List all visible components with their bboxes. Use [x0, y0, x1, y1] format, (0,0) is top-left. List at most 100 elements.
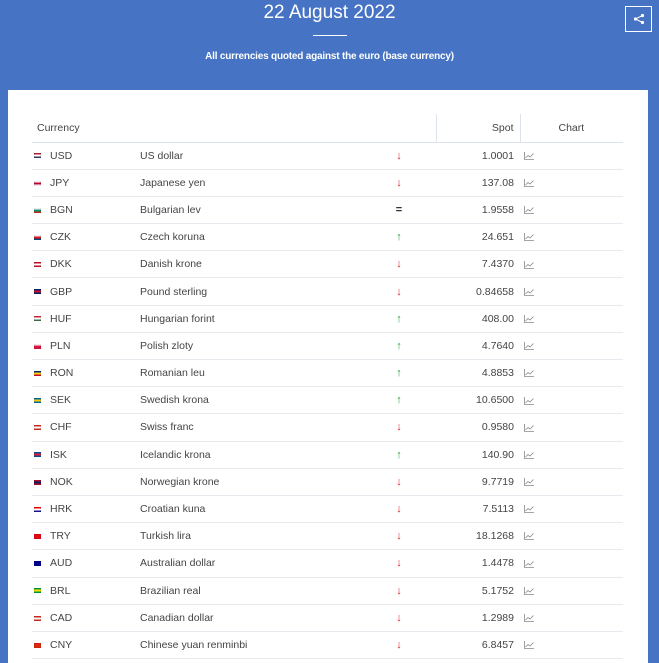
chart-icon[interactable] — [524, 586, 534, 595]
spot-rate: 1.4478 — [436, 549, 520, 578]
chart-cell — [520, 495, 623, 524]
currency-code: BRL — [46, 577, 140, 605]
flag-cell — [32, 441, 46, 469]
chart-cell — [520, 413, 623, 442]
flag-icon — [34, 506, 41, 512]
flag-cell — [32, 604, 46, 632]
table-row: AUD Australian dollar ↓ 1.4478 — [32, 549, 623, 578]
table-header-row: Currency Spot Chart — [32, 114, 623, 143]
table-row: BRL Brazilian real ↓ 5.1752 — [32, 577, 623, 605]
currency-code: RON — [46, 359, 140, 388]
spot-rate: 9.7719 — [436, 468, 520, 496]
flag-icon — [34, 642, 41, 648]
flag-cell — [32, 223, 46, 252]
chart-icon[interactable] — [524, 206, 534, 215]
currency-name: Norwegian krone — [140, 468, 362, 496]
currency-name: Bulgarian lev — [140, 196, 362, 225]
table-row: GBP Pound sterling ↓ 0.84658 — [32, 277, 623, 306]
table-row: CZK Czech koruna ↑ 24.651 — [32, 223, 623, 252]
flag-cell — [32, 468, 46, 496]
chart-icon[interactable] — [524, 151, 534, 160]
trend-cell: ↓ — [362, 468, 436, 496]
table-row: HRK Croatian kuna ↓ 7.5113 — [32, 495, 623, 524]
flag-cell — [32, 522, 46, 551]
trend-cell: ↓ — [362, 169, 436, 197]
trend-cell: ↓ — [362, 604, 436, 632]
chart-icon[interactable] — [524, 314, 534, 323]
column-header-chart: Chart — [520, 114, 623, 143]
chart-cell — [520, 577, 623, 605]
flag-icon — [34, 207, 41, 213]
currency-code-label: NOK — [50, 475, 73, 488]
flag-cell — [32, 549, 46, 578]
currency-name: Romanian leu — [140, 359, 362, 388]
spot-rate: 0.9580 — [436, 413, 520, 442]
table-row: HUF Hungarian forint ↑ 408.00 — [32, 305, 623, 333]
chart-icon[interactable] — [524, 532, 534, 541]
chart-cell — [520, 359, 623, 388]
currency-name: Turkish lira — [140, 522, 362, 551]
flag-icon — [34, 289, 41, 295]
currency-code: HUF — [46, 305, 140, 333]
chart-cell — [520, 386, 623, 415]
chart-icon[interactable] — [524, 260, 534, 269]
spot-rate: 408.00 — [436, 305, 520, 333]
chart-cell — [520, 604, 623, 632]
chart-cell — [520, 631, 623, 660]
chart-icon[interactable] — [524, 450, 534, 459]
flag-icon — [34, 479, 41, 485]
table-row: JPY Japanese yen ↓ 137.08 — [32, 169, 623, 197]
currency-code: JPY — [46, 169, 140, 197]
chart-icon[interactable] — [524, 614, 534, 622]
chart-icon[interactable] — [524, 423, 534, 432]
spot-rate: 6.8457 — [436, 631, 520, 660]
currency-code-label: GBP — [50, 285, 73, 298]
chart-icon[interactable] — [524, 559, 534, 568]
chart-icon[interactable] — [524, 505, 534, 514]
flag-icon — [34, 588, 41, 594]
currency-code: ISK — [46, 441, 140, 469]
currency-name: Brazilian real — [140, 577, 362, 605]
flag-icon — [34, 343, 41, 349]
column-header-spot: Spot — [436, 114, 521, 143]
currency-code-label: TRY — [50, 530, 71, 543]
chart-icon[interactable] — [524, 287, 534, 296]
share-button[interactable] — [625, 6, 652, 32]
currency-name: Australian dollar — [140, 549, 362, 578]
chart-cell — [520, 250, 623, 279]
chart-icon[interactable] — [524, 233, 534, 242]
spot-rate: 24.651 — [436, 223, 520, 252]
currency-name: Icelandic krona — [140, 441, 362, 469]
flag-icon — [34, 398, 41, 403]
currency-name: Polish zloty — [140, 332, 362, 361]
chart-cell — [520, 522, 623, 551]
flag-icon — [34, 153, 41, 159]
chart-cell — [520, 468, 623, 496]
flag-cell — [32, 386, 46, 415]
currency-code-label: JPY — [50, 176, 70, 189]
currency-code-label: HRK — [50, 503, 73, 516]
flag-cell — [32, 196, 46, 225]
arrow-down-icon: ↓ — [396, 530, 402, 543]
currency-name: Hungarian forint — [140, 305, 362, 333]
arrow-up-icon: ↑ — [396, 231, 402, 244]
trend-cell: ↑ — [362, 441, 436, 469]
chart-icon[interactable] — [524, 179, 534, 187]
chart-icon[interactable] — [524, 369, 534, 378]
chart-icon[interactable] — [524, 478, 534, 486]
table-row: DKK Danish krone ↓ 7.4370 — [32, 250, 623, 279]
trend-cell: ↑ — [362, 386, 436, 415]
chart-icon[interactable] — [524, 641, 534, 650]
chart-cell — [520, 441, 623, 469]
spot-rate: 7.4370 — [436, 250, 520, 279]
chart-icon[interactable] — [524, 342, 534, 351]
arrow-down-icon: ↓ — [396, 149, 402, 162]
chart-icon[interactable] — [524, 396, 534, 405]
chart-cell — [520, 223, 623, 252]
trend-cell: ↓ — [362, 549, 436, 578]
currency-code-label: DKK — [50, 258, 72, 271]
currency-code-label: RON — [50, 367, 74, 380]
currency-code: CAD — [46, 604, 140, 632]
flag-cell — [32, 495, 46, 524]
table-row: ISK Icelandic krona ↑ 140.90 — [32, 441, 623, 469]
